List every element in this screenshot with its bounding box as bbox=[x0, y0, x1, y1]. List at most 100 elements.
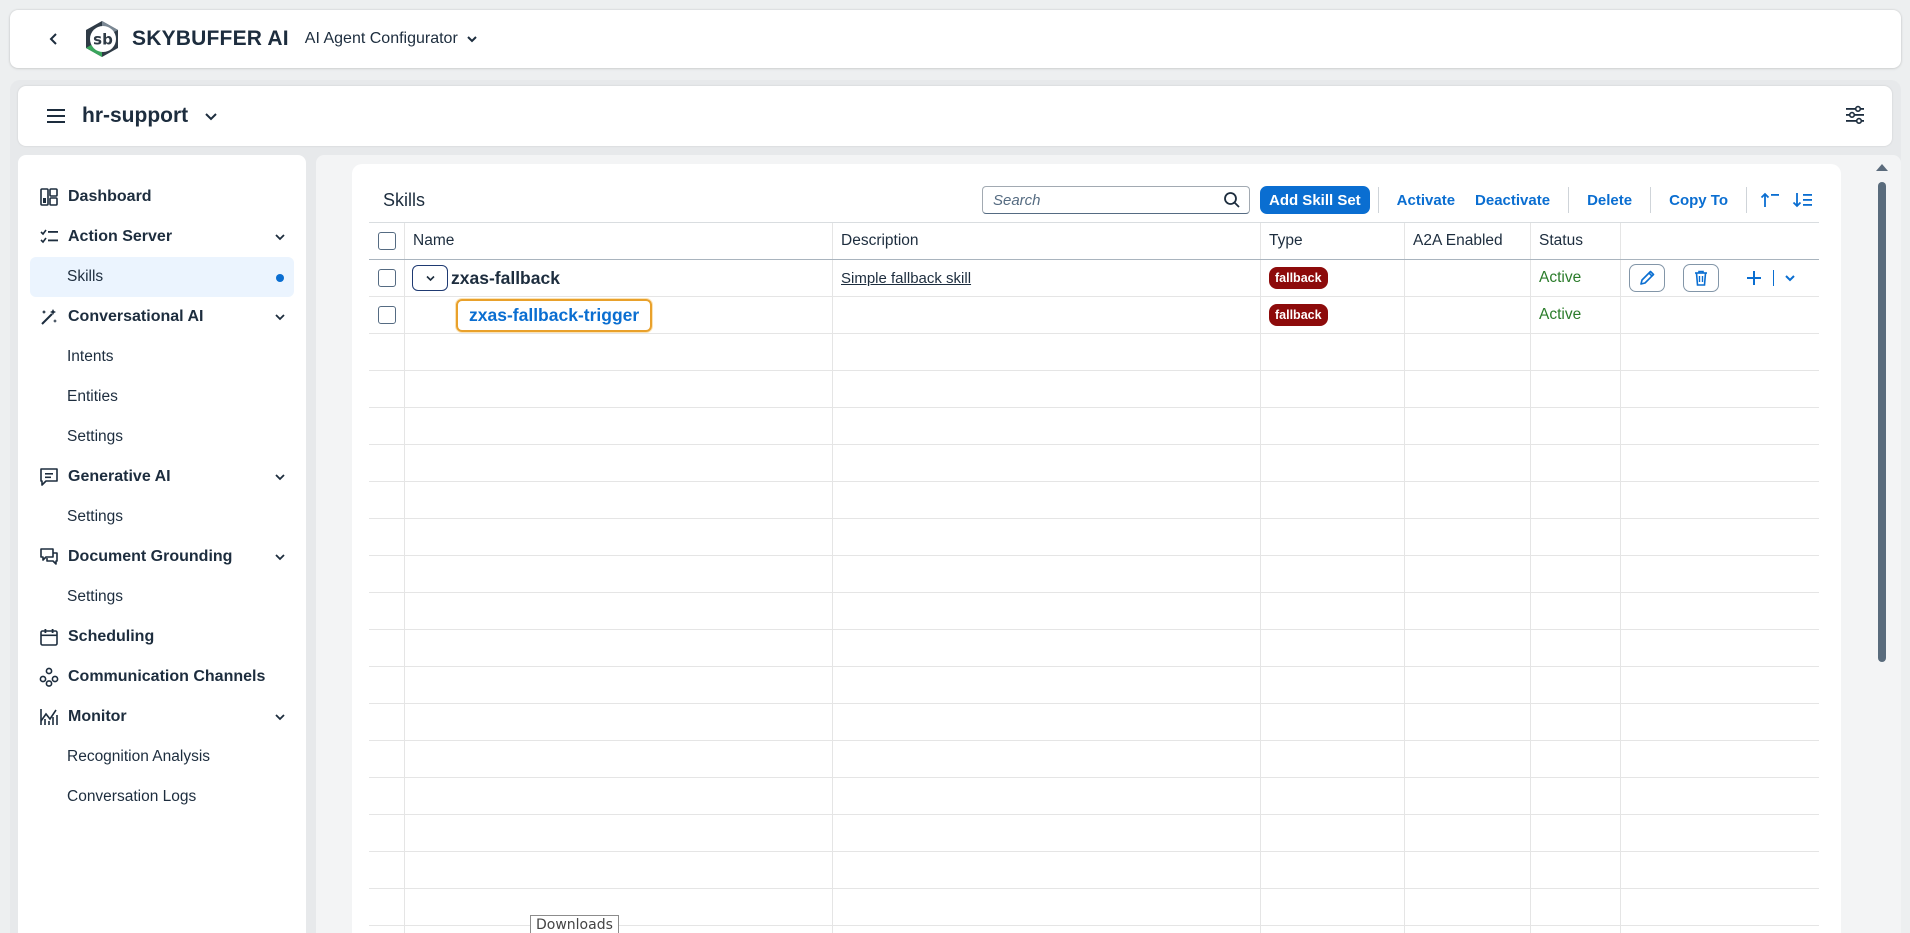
expand-row-button[interactable] bbox=[412, 265, 448, 291]
row-checkbox[interactable] bbox=[377, 306, 396, 324]
empty-cell bbox=[1261, 371, 1405, 407]
empty-cell bbox=[1621, 889, 1819, 925]
empty-cell bbox=[833, 408, 1261, 444]
empty-table-row bbox=[369, 593, 1819, 630]
row-select-cell bbox=[369, 260, 405, 296]
empty-cell bbox=[833, 815, 1261, 851]
empty-cell bbox=[1621, 445, 1819, 481]
chevron-down-icon bbox=[467, 36, 477, 43]
deactivate-button[interactable]: Deactivate bbox=[1465, 186, 1560, 214]
chevron-down-icon bbox=[425, 275, 435, 281]
empty-cell bbox=[833, 852, 1261, 888]
table-title: Skills bbox=[383, 189, 426, 210]
sidebar-item-action-server[interactable]: Action Server bbox=[18, 217, 306, 257]
description-link[interactable]: Simple fallback skill bbox=[841, 270, 971, 287]
menu-toggle-button[interactable] bbox=[44, 104, 68, 128]
skills-table: Name Description Type A2A Enabled Status… bbox=[369, 222, 1819, 933]
type-badge: fallback bbox=[1269, 267, 1328, 289]
empty-cell bbox=[405, 667, 833, 703]
scroll-up-icon[interactable] bbox=[1876, 164, 1888, 171]
empty-cell bbox=[369, 926, 405, 933]
brand-name: SKYBUFFER AI bbox=[132, 27, 289, 50]
downloads-tooltip: Downloads bbox=[530, 915, 619, 933]
sidebar-item-intents[interactable]: Intents bbox=[18, 337, 306, 377]
name-cell: zxas-fallback bbox=[405, 260, 833, 296]
search-field[interactable] bbox=[981, 186, 1250, 214]
scroll-thumb[interactable] bbox=[1878, 182, 1886, 662]
actions-cell bbox=[1621, 297, 1819, 333]
chevron-down-icon bbox=[1785, 275, 1795, 282]
sidebar-item-generative-settings[interactable]: Settings bbox=[18, 497, 306, 537]
empty-cell bbox=[405, 778, 833, 814]
empty-cell bbox=[405, 852, 833, 888]
sidebar-item-conversation-logs[interactable]: Conversation Logs bbox=[18, 777, 306, 817]
empty-cell bbox=[405, 630, 833, 666]
sidebar-item-conversational-settings[interactable]: Settings bbox=[18, 417, 306, 457]
empty-cell bbox=[833, 334, 1261, 370]
delete-row-button[interactable] bbox=[1683, 264, 1719, 292]
select-all-checkbox[interactable] bbox=[377, 232, 396, 250]
empty-cell bbox=[1621, 556, 1819, 592]
sidebar-item-generative-ai[interactable]: Generative AI bbox=[18, 457, 306, 497]
empty-cell bbox=[1621, 630, 1819, 666]
split-separator bbox=[1773, 270, 1774, 286]
empty-cell bbox=[1621, 519, 1819, 555]
main-scrollbar[interactable] bbox=[1874, 160, 1888, 933]
column-header-a2a[interactable]: A2A Enabled bbox=[1405, 223, 1531, 259]
activate-button[interactable]: Activate bbox=[1387, 186, 1465, 214]
sidebar-item-document-settings[interactable]: Settings bbox=[18, 577, 306, 617]
sidebar-item-recognition-analysis[interactable]: Recognition Analysis bbox=[18, 737, 306, 777]
empty-cell bbox=[1621, 778, 1819, 814]
row-checkbox[interactable] bbox=[377, 269, 396, 287]
sidebar-item-document-grounding[interactable]: Document Grounding bbox=[18, 537, 306, 577]
view-settings-button[interactable] bbox=[1844, 104, 1868, 128]
sidebar-item-skills[interactable]: Skills bbox=[30, 257, 294, 297]
svg-text:sb: sb bbox=[93, 31, 113, 49]
empty-cell bbox=[1261, 926, 1405, 933]
copy-to-button[interactable]: Copy To bbox=[1659, 186, 1738, 214]
empty-cell bbox=[1261, 667, 1405, 703]
sort-ascending-button[interactable] bbox=[1755, 186, 1787, 214]
empty-cell bbox=[405, 741, 833, 777]
empty-cell bbox=[405, 889, 833, 925]
toolbar-separator bbox=[1568, 187, 1570, 213]
table-row[interactable]: zxas-fallback-trigger fallback Active bbox=[369, 297, 1819, 334]
sidebar-item-conversational-ai[interactable]: Conversational AI bbox=[18, 297, 306, 337]
column-header-type[interactable]: Type bbox=[1261, 223, 1405, 259]
sidebar-item-scheduling[interactable]: Scheduling bbox=[18, 617, 306, 657]
sidebar-item-communication-channels[interactable]: Communication Channels bbox=[18, 657, 306, 697]
add-skill-set-button[interactable]: Add Skill Set bbox=[1259, 186, 1370, 214]
shell-bar: sb SKYBUFFER AI AI Agent Configurator bbox=[10, 10, 1901, 68]
table-row[interactable]: zxas-fallback Simple fallback skill fall… bbox=[369, 260, 1819, 297]
sidebar-item-dashboard[interactable]: Dashboard bbox=[18, 177, 306, 217]
empty-cell bbox=[1405, 667, 1531, 703]
sort-descending-button[interactable] bbox=[1787, 186, 1819, 214]
add-skill-button[interactable] bbox=[1745, 269, 1763, 287]
product-switcher[interactable]: AI Agent Configurator bbox=[305, 30, 478, 48]
empty-cell bbox=[1405, 371, 1531, 407]
sidebar-item-entities[interactable]: Entities bbox=[18, 377, 306, 417]
more-options-button[interactable] bbox=[1784, 272, 1796, 284]
sidebar-item-monitor[interactable]: Monitor bbox=[18, 697, 306, 737]
search-input[interactable] bbox=[992, 191, 1223, 209]
back-button[interactable] bbox=[36, 21, 72, 57]
empty-cell bbox=[1405, 334, 1531, 370]
empty-cell bbox=[405, 704, 833, 740]
sidebar: Dashboard Action Server Skills Conversat… bbox=[18, 155, 306, 933]
row-select-cell bbox=[369, 297, 405, 333]
empty-cell bbox=[1531, 482, 1621, 518]
empty-cell bbox=[405, 556, 833, 592]
empty-cell bbox=[369, 445, 405, 481]
column-header-name[interactable]: Name bbox=[405, 223, 833, 259]
empty-cell bbox=[405, 445, 833, 481]
search-icon[interactable] bbox=[1223, 191, 1241, 209]
delete-button[interactable]: Delete bbox=[1577, 186, 1642, 214]
hamburger-icon bbox=[47, 109, 65, 123]
column-header-description[interactable]: Description bbox=[833, 223, 1261, 259]
edit-button[interactable] bbox=[1629, 264, 1665, 292]
discussion-icon bbox=[38, 546, 60, 568]
column-header-status[interactable]: Status bbox=[1531, 223, 1621, 259]
workspace-dropdown-button[interactable] bbox=[202, 107, 220, 125]
skill-name-link[interactable]: zxas-fallback-trigger bbox=[456, 298, 653, 332]
empty-cell bbox=[1405, 519, 1531, 555]
